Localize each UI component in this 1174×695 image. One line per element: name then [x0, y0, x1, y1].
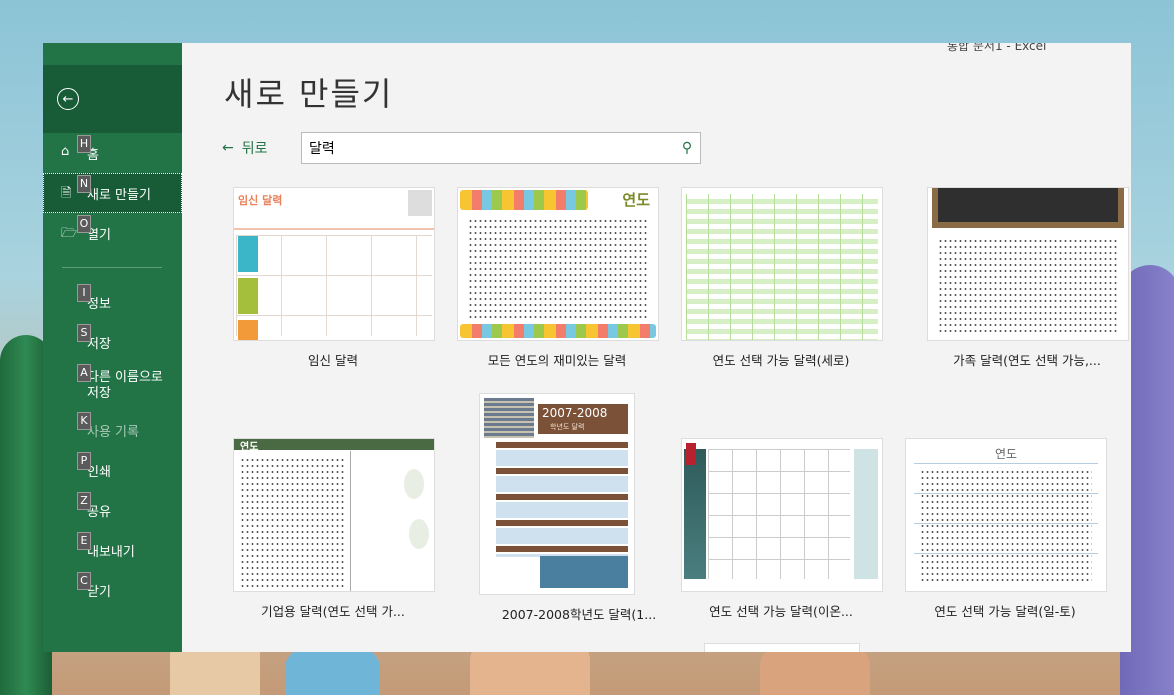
- template-thumbnail: [681, 187, 883, 341]
- keytip: O: [77, 215, 91, 233]
- sidebar-item-open[interactable]: 🗁 O 열기: [43, 213, 182, 253]
- thumb-subtitle: 학년도 달력: [550, 423, 585, 431]
- keytip: S: [77, 324, 91, 342]
- keytip: K: [77, 412, 91, 430]
- main-panel: 통합 문서1 - Excel 새로 만들기 ← 뒤로 ⚲ 임신 달력: [182, 43, 1131, 652]
- thumb-title: 임신 달력: [238, 194, 283, 207]
- sidebar-item-history: K 사용 기록: [43, 410, 182, 450]
- template-thumbnail: 임신 달력: [233, 187, 435, 341]
- page-title: 새로 만들기: [224, 75, 394, 113]
- template-card[interactable]: 연도 연도 선택 가능 달력(일-토): [905, 438, 1107, 620]
- sidebar-item-new[interactable]: 🗎 N 새로 만들기: [43, 173, 182, 213]
- sidebar-item-print[interactable]: P 인쇄: [43, 450, 182, 490]
- search-icon[interactable]: ⚲: [674, 140, 700, 156]
- thumb-title: 2007-2008: [542, 406, 608, 420]
- template-card[interactable]: 연도 기업용 달력(연도 선택 가...: [233, 438, 435, 620]
- sidebar-divider: [62, 267, 162, 268]
- keytip: Z: [77, 492, 91, 510]
- back-arrow-icon: ←: [57, 88, 79, 110]
- template-label: 연도 선택 가능 달력(일-토): [934, 604, 1076, 619]
- thumb-title: 연도: [994, 447, 1018, 461]
- template-thumbnail: [927, 187, 1129, 341]
- sidebar-nav-secondary: I 정보 S 저장 A 다른 이름으로 저장 K 사용 기록 P 인쇄 Z 공유: [43, 282, 182, 610]
- template-thumbnail: 연도: [457, 187, 659, 341]
- template-thumbnail: 연도: [905, 438, 1107, 592]
- sidebar-item-home[interactable]: ⌂ H 홈: [43, 133, 182, 173]
- template-thumbnail: 연도: [233, 438, 435, 592]
- template-card[interactable]: 연도 선택 가능 달력(세로): [681, 187, 883, 369]
- sidebar-item-label: 내보내기: [87, 544, 135, 560]
- sidebar-item-info[interactable]: I 정보: [43, 282, 182, 322]
- template-gallery: 임신 달력 임신 달력 연도 모든 연도의 재미있는 달력 연도 선택 가능 달…: [232, 187, 1131, 652]
- back-link-label: 뒤로: [241, 141, 268, 157]
- thumb-title: 연도: [240, 442, 259, 453]
- home-icon: ⌂: [61, 144, 70, 159]
- sidebar-item-export[interactable]: E 내보내기: [43, 530, 182, 570]
- template-card[interactable]: 임신 달력 임신 달력: [233, 187, 435, 369]
- template-label: 연도 선택 가능 달력(세로): [712, 353, 850, 368]
- sidebar-item-label: 사용 기록: [87, 424, 139, 440]
- template-card[interactable]: 2007-2008 학년도 달력 2007-2008학년도 달력(1...: [479, 393, 679, 623]
- sidebar-item-share[interactable]: Z 공유: [43, 490, 182, 530]
- app-title: 통합 문서1 - Excel: [947, 43, 1047, 53]
- thumb-title: 연도: [622, 191, 650, 209]
- search-input[interactable]: [302, 139, 674, 157]
- new-document-icon: 🗎: [61, 186, 72, 201]
- open-folder-icon: 🗁: [61, 226, 78, 241]
- template-thumbnail: 2007-2008 학년도 달력: [479, 393, 635, 595]
- template-card-partial: [704, 643, 860, 652]
- keytip: C: [77, 572, 91, 590]
- template-label: 2007-2008학년도 달력(1...: [501, 607, 657, 622]
- keytip: N: [77, 175, 91, 193]
- backstage-sidebar: ← ⌂ H 홈 🗎 N 새로 만들기 🗁 O 열기 I 정보 S 저장 A 다른…: [43, 43, 182, 652]
- left-arrow-icon: ←: [222, 140, 234, 156]
- template-label: 가족 달력(연도 선택 가능,...: [953, 353, 1101, 368]
- sidebar-item-close[interactable]: C 닫기: [43, 570, 182, 610]
- back-link[interactable]: ← 뒤로: [222, 138, 268, 158]
- template-label: 연도 선택 가능 달력(이온...: [709, 604, 853, 619]
- template-label: 임신 달력: [308, 353, 358, 368]
- keytip: P: [77, 452, 91, 470]
- keytip: I: [77, 284, 91, 302]
- keytip: H: [77, 135, 91, 153]
- sidebar-item-save[interactable]: S 저장: [43, 322, 182, 362]
- template-label: 기업용 달력(연도 선택 가...: [261, 604, 405, 619]
- keytip: E: [77, 532, 91, 550]
- sidebar-item-save-as[interactable]: A 다른 이름으로 저장: [43, 362, 182, 410]
- template-label: 모든 연도의 재미있는 달력: [487, 353, 627, 368]
- template-card[interactable]: 연도 선택 가능 달력(이온...: [681, 438, 883, 620]
- template-card[interactable]: 가족 달력(연도 선택 가능,...: [927, 187, 1129, 369]
- sidebar-item-label: 다른 이름으로 저장: [87, 370, 163, 401]
- excel-window: ← ⌂ H 홈 🗎 N 새로 만들기 🗁 O 열기 I 정보 S 저장 A 다른…: [43, 43, 1131, 652]
- keytip: A: [77, 364, 91, 382]
- sidebar-item-label: 새로 만들기: [87, 187, 151, 203]
- back-button[interactable]: ←: [43, 65, 182, 133]
- template-thumbnail: [681, 438, 883, 592]
- template-search: ⚲: [301, 132, 701, 164]
- sidebar-nav: ⌂ H 홈 🗎 N 새로 만들기 🗁 O 열기: [43, 133, 182, 253]
- template-card[interactable]: 연도 모든 연도의 재미있는 달력: [457, 187, 659, 369]
